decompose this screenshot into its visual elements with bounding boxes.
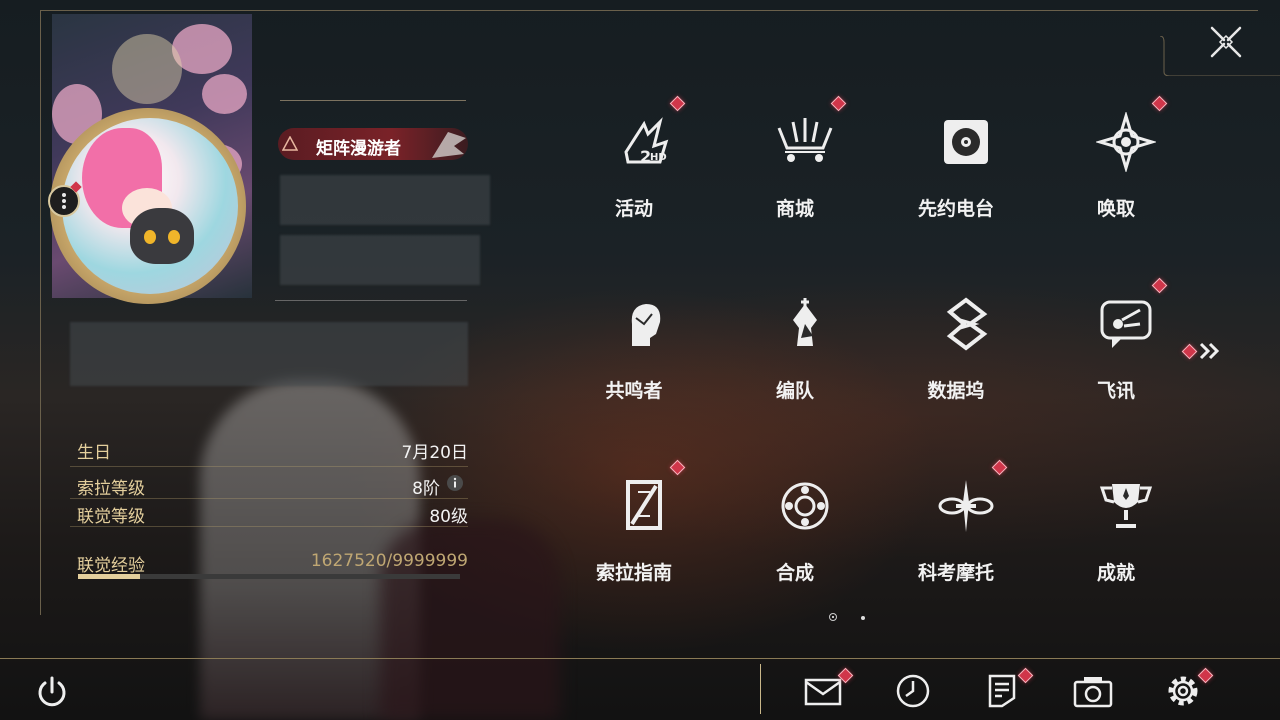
menu-item-label: 数据坞 <box>927 380 985 402</box>
union-level-label: 联觉等级 <box>77 507 145 527</box>
summon-compass-icon <box>1096 112 1156 172</box>
exp-value: 1627520/9999999 <box>310 551 468 571</box>
notes-button[interactable] <box>982 667 1034 710</box>
menu-item-event[interactable]: 2 HD 活动 <box>584 92 704 232</box>
menu-item-chess-team[interactable]: 编队 <box>745 274 865 414</box>
birthday-label: 生日 <box>77 443 111 463</box>
chess-team-icon <box>793 298 817 346</box>
frame-left-line <box>40 10 41 615</box>
page-indicator[interactable] <box>861 616 865 620</box>
exp-label: 联觉经验 <box>77 556 145 576</box>
menu-item-shop-cart[interactable]: 商城 <box>745 92 865 232</box>
menu-item-summon-compass[interactable]: 唤取 <box>1066 92 1186 232</box>
next-page-notify-dot <box>1181 343 1198 360</box>
exp-progress-fill <box>78 574 141 579</box>
menu-item-label: 先约电台 <box>917 198 994 220</box>
menu-item-label: 飞讯 <box>1096 380 1135 402</box>
trophy-icon <box>1099 484 1153 528</box>
radio-record-icon <box>944 120 988 164</box>
notify-dot <box>669 459 686 476</box>
menu-item-label: 索拉指南 <box>595 562 672 584</box>
notify-dot <box>669 95 686 112</box>
badge-emblem-icon <box>282 136 298 151</box>
page-indicator-active[interactable] <box>829 613 837 621</box>
menu-item-label: 唤取 <box>1096 198 1135 220</box>
stat-divider <box>70 498 468 499</box>
frame-top-line <box>40 10 1258 11</box>
data-bank-icon <box>946 297 988 351</box>
bottom-bar-line <box>0 658 1280 659</box>
synthesis-icon <box>781 482 829 530</box>
menu-item-data-bank[interactable]: 数据坞 <box>906 274 1026 414</box>
clock-icon <box>896 674 930 708</box>
settings-button[interactable] <box>1162 667 1214 710</box>
menu-item-motorcycle[interactable]: 科考摩托 <box>906 456 1026 596</box>
chat-message-icon <box>1100 300 1152 348</box>
shop-cart-icon <box>777 118 833 162</box>
camera-button[interactable] <box>1072 670 1116 710</box>
svg-text:HD: HD <box>650 152 667 163</box>
notify-dot <box>991 459 1008 476</box>
info-icon[interactable] <box>446 474 464 492</box>
birthday-value: 7月20日 <box>401 443 468 463</box>
title-badge-label: 矩阵漫游者 <box>316 139 401 159</box>
union-level-value: 80级 <box>429 507 468 527</box>
motorcycle-icon <box>938 480 994 532</box>
timeline-button[interactable] <box>892 670 936 710</box>
camera-icon <box>1073 677 1113 708</box>
stat-divider <box>70 466 468 467</box>
avatar[interactable] <box>62 118 238 294</box>
more-dots-icon <box>62 193 66 209</box>
player-name-blurred <box>280 175 490 225</box>
event-icon: 2HD <box>624 117 669 166</box>
close-icon[interactable] <box>1208 24 1244 60</box>
double-chevron-right-icon <box>1199 342 1220 360</box>
sola-level-label: 索拉等级 <box>77 479 145 499</box>
notify-dot <box>830 95 847 112</box>
menu-item-label: 编队 <box>775 380 814 402</box>
menu-item-label: 共鸣者 <box>605 380 663 402</box>
menu-item-label: 商城 <box>775 198 814 220</box>
menu-item-label: 成就 <box>1096 562 1135 584</box>
player-id-blurred <box>280 235 480 285</box>
menu-item-label: 合成 <box>775 562 814 584</box>
menu-item-resonator-head[interactable]: 共鸣者 <box>584 274 704 414</box>
name-divider <box>275 300 467 301</box>
badge-divider <box>280 100 466 101</box>
menu-item-radio-record[interactable]: 先约电台 <box>906 92 1026 232</box>
menu-item-trophy[interactable]: 成就 <box>1066 456 1186 596</box>
menu-item-label: 科考摩托 <box>917 562 994 584</box>
background-shadow-blur <box>380 520 560 720</box>
power-icon[interactable] <box>34 674 70 710</box>
stat-divider <box>70 526 468 527</box>
menu-item-chat-message[interactable]: 飞讯 <box>1066 274 1186 414</box>
notify-dot <box>1151 277 1168 294</box>
menu-item-guide-book[interactable]: 索拉指南 <box>584 456 704 596</box>
mail-button[interactable] <box>802 667 854 710</box>
notify-dot <box>1151 95 1168 112</box>
guide-book-icon <box>626 480 662 530</box>
signature-blurred <box>70 322 468 386</box>
bottom-bar-divider <box>760 664 761 714</box>
next-page-button[interactable] <box>1181 340 1224 362</box>
menu-item-synthesis[interactable]: 合成 <box>745 456 865 596</box>
menu-item-label: 活动 <box>614 198 653 220</box>
sola-level-value: 8阶 <box>412 479 440 499</box>
resonator-head-icon <box>631 304 661 346</box>
badge-wing-icon <box>432 132 466 158</box>
